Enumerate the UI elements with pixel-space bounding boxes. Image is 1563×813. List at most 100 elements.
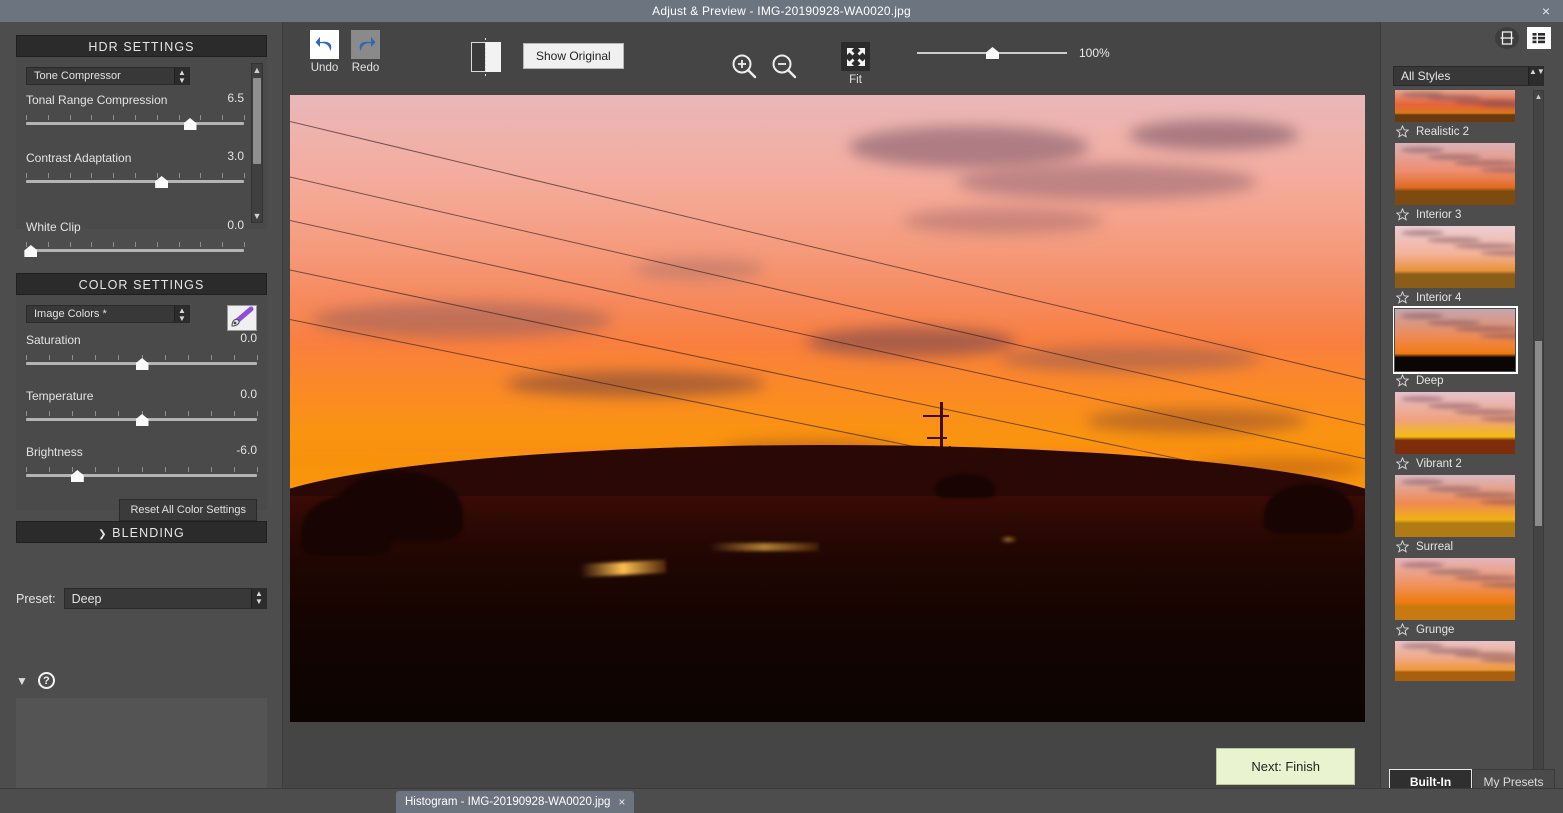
styles-filter-select[interactable]: All Styles ▲▼ [1393, 66, 1545, 86]
undo-icon [310, 30, 339, 59]
reset-all-color-settings-button[interactable]: Reset All Color Settings [119, 499, 257, 521]
color-profile-select[interactable]: Image Colors * ▲ ▼ [26, 305, 190, 323]
slider-track[interactable] [26, 249, 244, 252]
view-mode-toggle-group [1495, 27, 1551, 49]
style-item[interactable]: Interior 4 [1393, 226, 1534, 304]
favorite-star-icon[interactable] [1395, 290, 1410, 304]
slider-value: 6.5 [227, 91, 244, 105]
editor-toolbar: Undo Redo Show Original Fit 100% [283, 22, 1380, 92]
undo-button[interactable]: Undo [310, 30, 339, 74]
grid-view-icon[interactable] [1527, 27, 1551, 49]
close-icon[interactable]: × [618, 795, 625, 809]
zoom-slider-track[interactable] [917, 46, 1067, 60]
scrollbar-thumb[interactable] [253, 78, 261, 164]
style-thumbnail[interactable] [1393, 306, 1518, 374]
styles-container: Realistic 2 Interior 3 Interior 4 Deep Vibra… [1393, 90, 1544, 681]
styles-panel: All Styles ▲▼ Realistic 2 Interior 3 Inter… [1380, 22, 1563, 813]
question-mark-icon[interactable]: ? [37, 672, 55, 689]
style-item[interactable]: Interior 3 [1393, 143, 1534, 221]
style-item[interactable]: Realistic 2 [1393, 90, 1534, 138]
styles-filter-value: All Styles [1401, 69, 1451, 83]
window-title: Adjust & Preview - IMG-20190928-WA0020.j… [652, 4, 911, 18]
zoom-level-slider[interactable]: 100% [917, 46, 1110, 60]
next-finish-button[interactable]: Next: Finish [1216, 748, 1355, 785]
scroll-up-icon[interactable]: ▲ [252, 64, 262, 76]
favorite-star-icon[interactable] [1395, 207, 1410, 221]
slider-tonal-range-compression[interactable]: Tonal Range Compression 6.5 [26, 91, 245, 135]
paintbrush-icon[interactable] [227, 305, 257, 331]
histogram-tab[interactable]: Histogram - IMG-20190928-WA0020.jpg × [396, 791, 635, 813]
style-item[interactable]: Grunge [1393, 558, 1534, 636]
hdr-settings-scrollbar[interactable]: ▲ ▼ [251, 63, 263, 223]
zoom-out-icon[interactable] [770, 52, 798, 85]
hdr-settings-header[interactable]: HDR SETTINGS [16, 35, 267, 57]
style-thumbnail[interactable] [1395, 143, 1515, 205]
slider-track[interactable] [26, 122, 244, 125]
zoom-slider-handle[interactable] [986, 47, 999, 59]
redo-icon [351, 30, 380, 59]
preset-select[interactable]: Deep ▲ ▼ [63, 588, 267, 609]
style-name: Grunge [1416, 623, 1455, 636]
bottom-status-bar: Histogram - IMG-20190928-WA0020.jpg × [0, 788, 1563, 813]
color-settings-header[interactable]: COLOR SETTINGS [16, 273, 267, 295]
style-item[interactable]: Surreal [1393, 475, 1534, 553]
style-thumbnail[interactable] [1395, 558, 1515, 620]
styles-list[interactable]: Realistic 2 Interior 3 Interior 4 Deep Vibra… [1393, 90, 1544, 780]
thumbnail-cloud [1453, 409, 1515, 416]
tone-method-select[interactable]: Tone Compressor ▲ ▼ [26, 67, 190, 85]
style-item[interactable]: Deep [1393, 306, 1534, 387]
style-meta: Interior 4 [1393, 288, 1534, 304]
tree-silhouette [300, 496, 391, 557]
blending-header[interactable]: ❯ BLENDING [16, 521, 267, 543]
slider-track[interactable] [26, 474, 257, 477]
preview-image[interactable] [290, 95, 1365, 722]
fit-button[interactable]: Fit [841, 42, 870, 86]
style-thumbnail[interactable] [1395, 90, 1515, 122]
split-view-icon[interactable] [471, 38, 501, 76]
favorite-star-icon[interactable] [1395, 124, 1410, 138]
slider-label: Tonal Range Compression [26, 93, 168, 107]
slider-track[interactable] [26, 180, 244, 183]
scroll-up-icon[interactable]: ▲ [1534, 91, 1543, 102]
chevron-down-icon[interactable]: ▼ [16, 674, 28, 688]
style-item[interactable]: Vibrant 2 [1393, 392, 1534, 470]
thumbnail-cloud [1401, 561, 1445, 568]
close-icon[interactable]: × [1537, 2, 1555, 20]
slider-temperature[interactable]: Temperature 0.0 [26, 387, 258, 431]
style-thumbnail[interactable] [1395, 641, 1515, 681]
chevron-updown-icon: ▲▼ [251, 589, 266, 608]
slider-contrast-adaptation[interactable]: Contrast Adaptation 3.0 [26, 149, 245, 193]
style-thumbnail[interactable] [1395, 226, 1515, 288]
window-titlebar: Adjust & Preview - IMG-20190928-WA0020.j… [0, 0, 1563, 22]
slider-ticks [26, 173, 245, 179]
style-thumbnail[interactable] [1395, 392, 1515, 454]
filmstrip-view-icon[interactable] [1495, 27, 1519, 49]
style-thumbnail[interactable] [1395, 475, 1515, 537]
styles-list-scrollbar[interactable]: ▲ ▼ [1533, 90, 1544, 780]
cloud [1128, 120, 1299, 151]
thumbnail-cloud [1480, 499, 1515, 506]
slider-brightness[interactable]: Brightness -6.0 [26, 443, 258, 487]
scrollbar-thumb[interactable] [1535, 341, 1542, 526]
thumbnail-cloud [1401, 312, 1445, 319]
thumbnail-cloud [1453, 326, 1515, 333]
favorite-star-icon[interactable] [1395, 622, 1410, 636]
style-item[interactable] [1393, 641, 1534, 681]
thumbnail-cloud [1480, 416, 1515, 423]
show-original-button[interactable]: Show Original [523, 43, 624, 69]
scroll-down-icon[interactable]: ▼ [252, 210, 262, 222]
zoom-in-icon[interactable] [730, 52, 758, 85]
slider-saturation[interactable]: Saturation 0.0 [26, 331, 258, 375]
left-settings-panel: HDR SETTINGS Tone Compressor ▲ ▼ Tonal Ra… [0, 22, 283, 813]
hdr-settings-section: HDR SETTINGS Tone Compressor ▲ ▼ Tonal Ra… [16, 35, 267, 257]
redo-button[interactable]: Redo [351, 30, 380, 74]
slider-white-clip[interactable]: White Clip 0.0 [24, 218, 245, 262]
thumbnail-cloud [1427, 402, 1482, 409]
style-meta: Vibrant 2 [1393, 454, 1534, 470]
favorite-star-icon[interactable] [1395, 373, 1410, 387]
image-preview-area[interactable] [290, 95, 1365, 722]
chevron-updown-icon: ▲▼ [174, 306, 189, 323]
chevron-right-icon: ❯ [98, 529, 108, 540]
favorite-star-icon[interactable] [1395, 539, 1410, 553]
favorite-star-icon[interactable] [1395, 456, 1410, 470]
